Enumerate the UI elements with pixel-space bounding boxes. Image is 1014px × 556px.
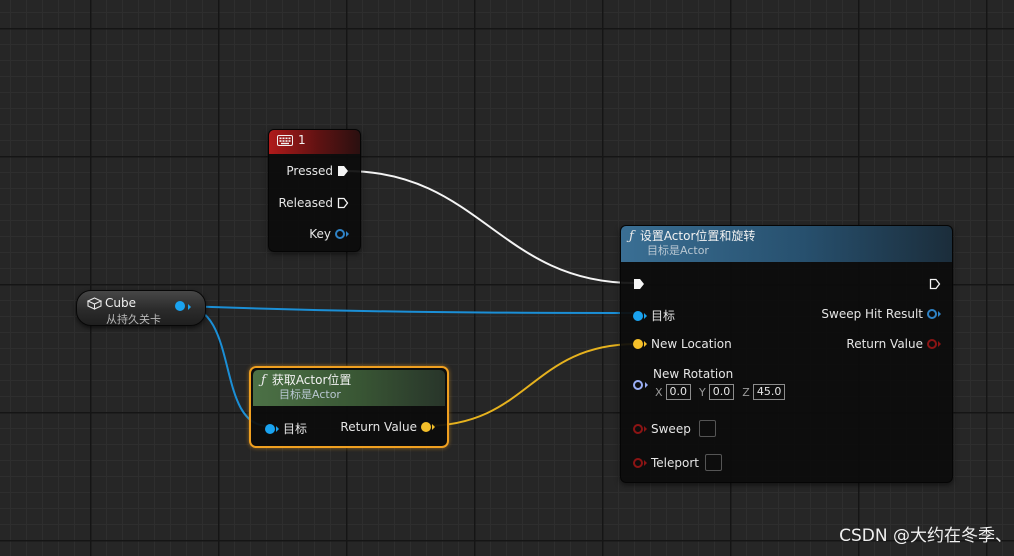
pin-pressed-label: Pressed xyxy=(286,164,333,178)
object-pin-icon[interactable] xyxy=(633,310,643,321)
pin-released[interactable]: Released xyxy=(274,196,349,210)
pin-new-rotation-label: New Rotation xyxy=(653,367,734,381)
pin-arrow-icon xyxy=(645,382,648,388)
pin-arrow-icon xyxy=(644,312,647,319)
teleport-checkbox[interactable] xyxy=(705,454,722,471)
pin-new-rotation[interactable]: New Rotation X 0.0 Y 0.0 Z 45.0 xyxy=(633,366,833,406)
pin-key-label: Key xyxy=(309,227,331,241)
pin-arrow-icon xyxy=(644,459,647,466)
pin-return-value-label: Return Value xyxy=(846,337,923,351)
exec-wire xyxy=(345,170,635,284)
location-wire xyxy=(423,343,638,427)
cube-icon xyxy=(87,296,102,310)
function-icon: ƒ xyxy=(261,373,266,388)
pin-released-label: Released xyxy=(278,196,333,210)
set-node-title: 设置Actor位置和旋转 xyxy=(639,229,756,243)
set-node-header[interactable]: ƒ 设置Actor位置和旋转 目标是Actor xyxy=(621,226,952,262)
csdn-watermark: CSDN @大约在冬季、 xyxy=(839,526,1012,546)
cube-subtitle: 从持久关卡 xyxy=(106,313,161,326)
rotation-x-label: X xyxy=(655,385,663,399)
key-event-node[interactable]: 1 Pressed Released Key xyxy=(268,129,361,252)
object-pin-icon[interactable] xyxy=(265,423,275,434)
key-event-header[interactable]: 1 xyxy=(269,130,360,154)
get-pin-return-value-label: Return Value xyxy=(340,420,417,434)
cube-to-target-wire xyxy=(182,305,638,314)
bool-pin-icon[interactable] xyxy=(633,423,643,434)
pin-sweep-hit-result[interactable]: Sweep Hit Result xyxy=(817,307,941,321)
sweep-checkbox[interactable] xyxy=(698,420,716,437)
set-actor-location-rotation-node[interactable]: ƒ 设置Actor位置和旋转 目标是Actor 目标 Sweep Hit Res… xyxy=(620,225,953,483)
rotation-y-label: Y xyxy=(699,385,706,399)
rotation-fields: X 0.0 Y 0.0 Z 45.0 xyxy=(655,384,786,400)
vector-pin-icon[interactable] xyxy=(421,422,431,432)
vector-pin-icon[interactable] xyxy=(633,339,643,349)
get-node-title: 获取Actor位置 xyxy=(271,373,352,387)
exec-out-pin-icon[interactable] xyxy=(929,278,941,290)
get-pin-target[interactable]: 目标 xyxy=(265,420,311,437)
pin-sweep-label: Sweep xyxy=(651,421,691,436)
pin-teleport[interactable]: Teleport xyxy=(633,454,722,471)
pin-new-location-label: New Location xyxy=(651,337,732,351)
exec-pin-empty-icon[interactable] xyxy=(337,197,349,209)
keyboard-icon xyxy=(277,135,293,146)
pin-teleport-label: Teleport xyxy=(651,455,699,470)
pin-arrow-icon xyxy=(938,311,941,317)
cube-object-pin-icon[interactable] xyxy=(175,301,185,311)
rotation-z-input[interactable]: 45.0 xyxy=(752,384,786,400)
cube-reference-node[interactable]: Cube 从持久关卡 xyxy=(76,290,206,326)
pin-new-location[interactable]: New Location xyxy=(633,337,736,351)
pin-sweep-hit-result-label: Sweep Hit Result xyxy=(821,307,923,321)
pin-arrow-icon xyxy=(346,231,349,237)
rotation-z-label: Z xyxy=(742,385,750,399)
exec-pin-filled-icon[interactable] xyxy=(337,165,349,177)
get-actor-location-node[interactable]: ƒ 获取Actor位置 目标是Actor 目标 Return Value xyxy=(249,366,449,448)
struct-pin-icon[interactable] xyxy=(927,309,937,319)
get-pin-target-label: 目标 xyxy=(283,422,308,436)
pin-target[interactable]: 目标 xyxy=(633,307,679,324)
key-event-title: 1 xyxy=(298,133,306,147)
bool-pin-icon[interactable] xyxy=(633,457,643,468)
rotator-pin-icon[interactable] xyxy=(633,380,643,390)
pin-pressed[interactable]: Pressed xyxy=(282,164,349,178)
pin-arrow-icon xyxy=(432,424,435,430)
pin-arrow-icon xyxy=(938,341,941,347)
set-node-subtitle: 目标是Actor xyxy=(647,244,709,257)
get-node-subtitle: 目标是Actor xyxy=(279,388,341,401)
pin-arrow-icon xyxy=(188,304,191,310)
cube-title: Cube xyxy=(105,296,136,310)
rotation-x-input[interactable]: 0.0 xyxy=(665,384,692,400)
pin-return-value[interactable]: Return Value xyxy=(842,337,941,351)
pin-target-label: 目标 xyxy=(651,309,676,323)
pin-arrow-icon xyxy=(276,425,279,432)
exec-in-pin-icon[interactable] xyxy=(633,278,645,290)
rotation-y-input[interactable]: 0.0 xyxy=(708,384,735,400)
pin-sweep[interactable]: Sweep xyxy=(633,420,716,437)
pin-key[interactable]: Key xyxy=(305,227,349,241)
get-node-header[interactable]: ƒ 获取Actor位置 目标是Actor xyxy=(253,370,445,406)
bool-pin-icon[interactable] xyxy=(927,339,937,349)
get-pin-return-value[interactable]: Return Value xyxy=(336,420,435,434)
struct-pin-icon[interactable] xyxy=(335,229,345,239)
pin-arrow-icon xyxy=(644,341,647,347)
function-icon: ƒ xyxy=(629,229,634,244)
pin-arrow-icon xyxy=(644,425,647,432)
